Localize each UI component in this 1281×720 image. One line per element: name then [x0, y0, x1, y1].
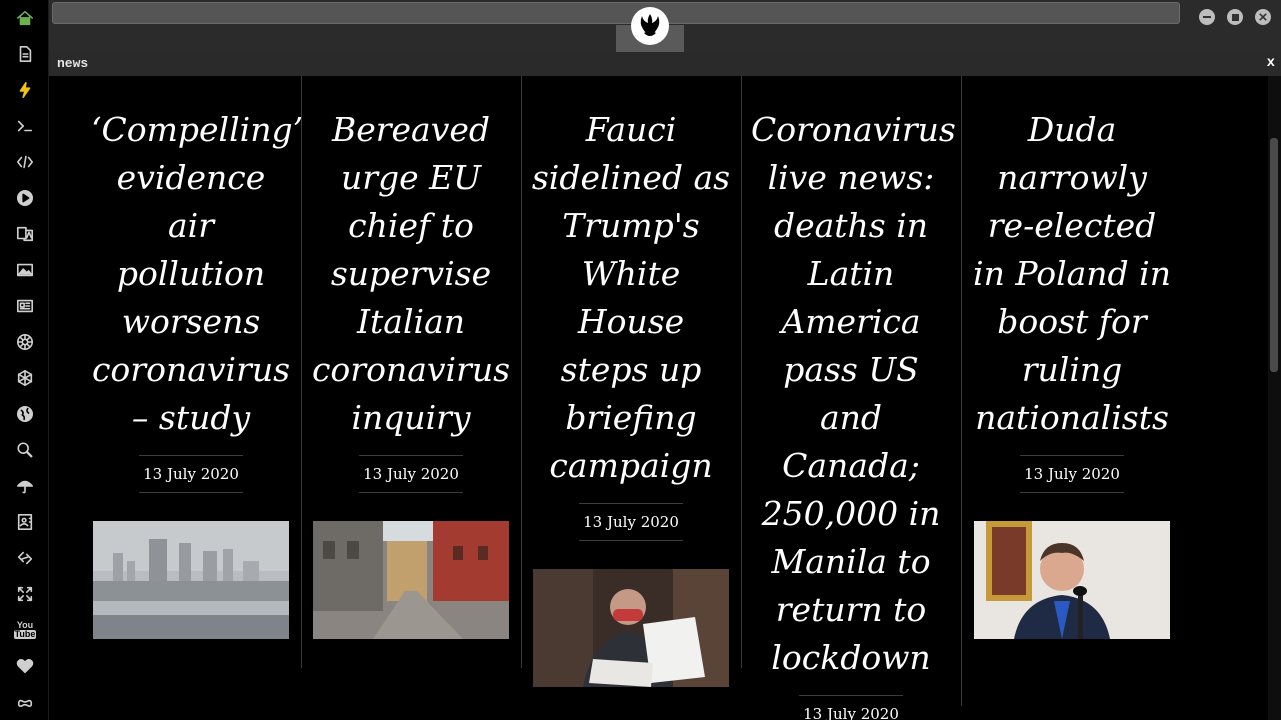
contact-card-icon[interactable] — [14, 511, 36, 533]
news-feed: ‘Compelling’ evidence air pollution wors… — [49, 76, 1268, 720]
minimize-button[interactable] — [1199, 9, 1215, 25]
article-image[interactable] — [93, 521, 289, 639]
article-date: 13 July 2020 — [139, 455, 243, 493]
umbrella-icon[interactable] — [14, 475, 36, 497]
play-icon[interactable] — [14, 187, 36, 209]
article-image[interactable] — [313, 521, 509, 639]
article-card: Coronavirus live news: deaths in Latin A… — [741, 76, 962, 720]
article-card: Fauci sidelined as Trump's White House s… — [521, 76, 742, 687]
top-bar — [49, 0, 1281, 52]
article-image[interactable] — [974, 521, 1170, 639]
article-card: Duda narrowly re-elected in Poland in bo… — [962, 76, 1182, 668]
rebel-alliance-logo-icon[interactable] — [631, 7, 669, 45]
search-icon[interactable] — [14, 439, 36, 461]
article-card: ‘Compelling’ evidence air pollution wors… — [81, 76, 303, 668]
hexagon-network-icon[interactable] — [14, 367, 36, 389]
terminal-icon[interactable] — [14, 115, 36, 137]
article-date: 13 July 2020 — [1020, 455, 1124, 493]
address-input[interactable] — [52, 2, 1180, 24]
article-date: 13 July 2020 — [359, 455, 463, 493]
image-icon[interactable] — [14, 259, 36, 281]
close-window-button[interactable] — [1255, 9, 1271, 25]
newspaper-icon[interactable] — [14, 295, 36, 317]
document-icon[interactable] — [14, 43, 36, 65]
scrollbar-thumb[interactable] — [1270, 138, 1278, 372]
bolt-icon[interactable] — [14, 79, 36, 101]
maximize-button[interactable] — [1227, 9, 1243, 25]
article-image[interactable] — [533, 569, 729, 687]
infinity-cloud-icon[interactable] — [14, 691, 36, 713]
sidebar-rail: You Tube — [0, 0, 49, 720]
home-icon[interactable] — [14, 7, 36, 29]
panel-close-button[interactable]: x — [1267, 55, 1275, 71]
article-headline[interactable]: ‘Compelling’ evidence air pollution wors… — [91, 106, 303, 442]
translate-icon[interactable] — [14, 223, 36, 245]
youtube-icon[interactable]: You Tube — [13, 619, 37, 641]
expand-arrows-icon[interactable] — [14, 583, 36, 605]
panel-title: news — [57, 56, 89, 71]
article-headline[interactable]: Coronavirus live news: deaths in Latin A… — [751, 106, 956, 682]
article-card: Bereaved urge EU chief to supervise Ital… — [301, 76, 522, 668]
article-headline[interactable]: Bereaved urge EU chief to supervise Ital… — [311, 106, 511, 442]
article-date: 13 July 2020 — [579, 503, 683, 541]
article-headline[interactable]: Duda narrowly re-elected in Poland in bo… — [972, 106, 1172, 442]
link-icon[interactable] — [14, 547, 36, 569]
scrollbar[interactable] — [1268, 76, 1281, 720]
heart-icon[interactable] — [14, 655, 36, 677]
article-date: 13 July 2020 — [799, 695, 903, 720]
code-icon[interactable] — [14, 151, 36, 173]
article-headline[interactable]: Fauci sidelined as Trump's White House s… — [531, 106, 731, 490]
empire-icon[interactable] — [14, 331, 36, 353]
panel-header: news x — [49, 52, 1281, 76]
globe-icon[interactable] — [14, 403, 36, 425]
